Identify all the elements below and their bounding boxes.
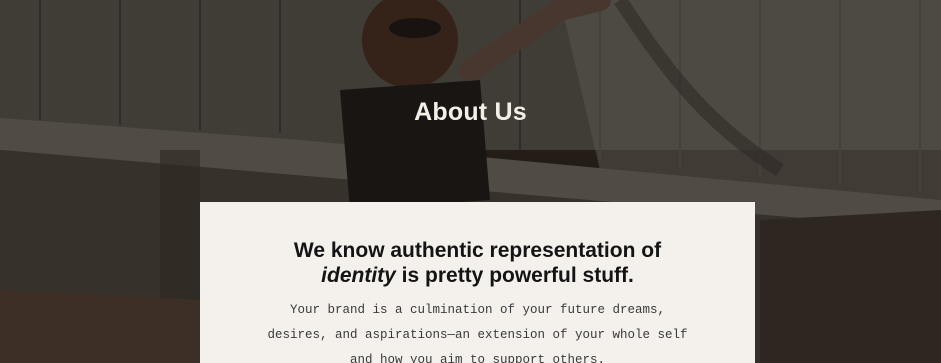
heading-emphasis: identity: [321, 264, 396, 287]
intro-heading: We know authentic representation of iden…: [200, 238, 755, 288]
body-line-1: Your brand is a culmination of your futu…: [289, 303, 666, 317]
heading-line-2: is pretty powerful stuff.: [395, 264, 634, 287]
page-title: About Us: [414, 98, 527, 126]
about-hero: About Us We know authentic representatio…: [0, 0, 941, 363]
intro-body: Your brand is a culmination of your futu…: [200, 298, 755, 363]
body-line-3: and how you aim to support others.: [349, 353, 606, 363]
intro-card: We know authentic representation of iden…: [200, 202, 755, 363]
body-line-2: desires, and aspirations—an extension of…: [267, 328, 688, 342]
heading-line-1: We know authentic representation of: [293, 239, 662, 262]
